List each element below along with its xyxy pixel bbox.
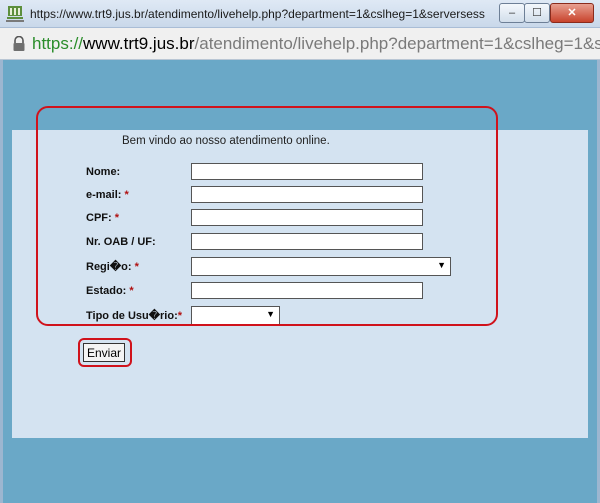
close-button[interactable]: ✕ xyxy=(550,3,594,23)
url-scheme: https:// xyxy=(32,34,84,53)
url-text[interactable]: https://www.trt9.jus.br/atendimento/live… xyxy=(32,34,600,54)
maximize-button[interactable]: ☐ xyxy=(524,3,550,23)
window-title: https://www.trt9.jus.br/atendimento/live… xyxy=(30,7,485,21)
lock-icon xyxy=(13,36,25,51)
send-button[interactable]: Enviar xyxy=(83,343,125,362)
url-path: /atendimento/livehelp.php?department=1&c… xyxy=(194,34,600,53)
window-border-left xyxy=(0,60,3,503)
minimize-button[interactable]: – xyxy=(499,3,525,23)
window-titlebar: https://www.trt9.jus.br/atendimento/live… xyxy=(0,0,600,28)
address-bar[interactable]: https://www.trt9.jus.br/atendimento/live… xyxy=(0,28,600,60)
form-highlight-outline xyxy=(36,106,498,326)
url-host: www.trt9.jus.br xyxy=(83,34,195,53)
trt-logo-icon xyxy=(6,6,24,22)
